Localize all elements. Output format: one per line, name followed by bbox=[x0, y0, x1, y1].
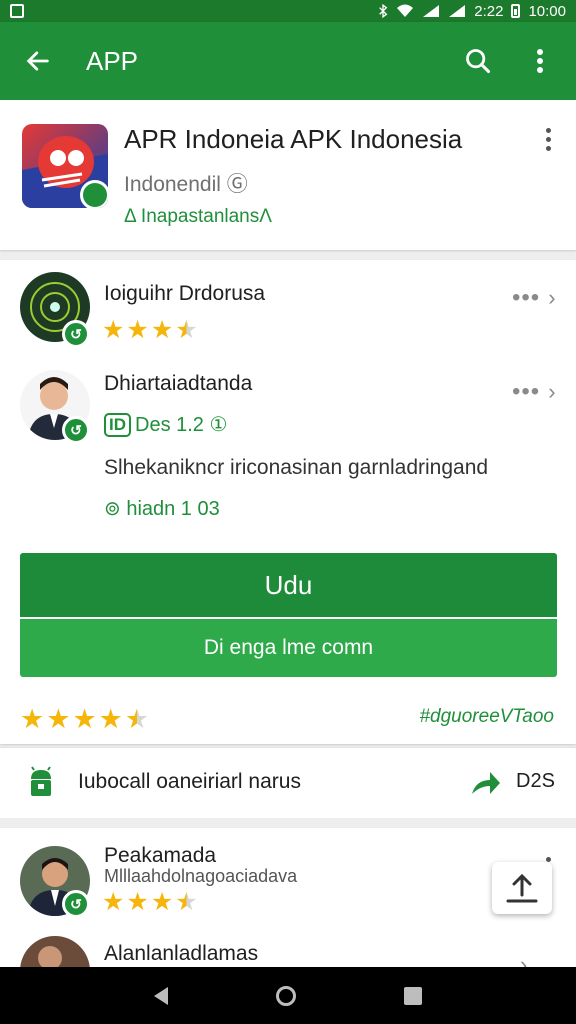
battery-icon bbox=[511, 4, 521, 18]
star-half-icon: ★ bbox=[175, 888, 198, 916]
helpful-count[interactable]: ⊚ hiadn 1 03 bbox=[104, 496, 220, 521]
search-icon bbox=[466, 49, 491, 74]
arrow-left-icon bbox=[26, 51, 49, 71]
star-icon: ★ bbox=[20, 704, 45, 734]
android-icon bbox=[31, 766, 51, 796]
star-icon: ★ bbox=[72, 704, 97, 734]
review-rating: ★ ★ ★ ★ bbox=[102, 318, 198, 343]
bluetooth-icon bbox=[379, 4, 388, 18]
signal-icon-2 bbox=[449, 5, 466, 17]
star-icon: ★ bbox=[102, 888, 125, 916]
install-button-label: Udu bbox=[264, 569, 313, 600]
review-text: Slhekanikncr iriconasinan garnladringand bbox=[104, 456, 489, 479]
review-rating: ★ ★ ★ ★ bbox=[102, 890, 198, 915]
nav-home-icon[interactable] bbox=[276, 985, 296, 1006]
chevron-right-icon: › bbox=[548, 379, 556, 404]
version-badge: ID Des 1.2 ① bbox=[104, 412, 227, 437]
review-more-button[interactable]: ••• › bbox=[512, 378, 556, 406]
info-row-count: D2S bbox=[516, 770, 555, 792]
app-name: APR Indoneia APK Indonesia bbox=[124, 124, 463, 154]
star-half-icon: ★ bbox=[175, 316, 198, 344]
reviewer-name: Ioiguihr Drdorusa bbox=[104, 282, 266, 305]
reviewer-name: Peakamada bbox=[104, 844, 217, 867]
star-icon: ★ bbox=[46, 704, 71, 734]
signal-icon bbox=[423, 5, 440, 17]
chevron-right-icon: › bbox=[548, 285, 556, 310]
install-button[interactable]: Udu bbox=[20, 553, 557, 617]
secondary-action-button[interactable]: Di enga lme comn bbox=[20, 619, 557, 677]
star-icon: ★ bbox=[126, 888, 149, 916]
status-bar: 2:22 10:00 bbox=[0, 0, 576, 22]
wifi-icon bbox=[397, 4, 414, 17]
upload-button[interactable] bbox=[492, 862, 552, 914]
reviewer-subtitle: Mlllaahdolnagoaciadava bbox=[104, 866, 298, 886]
review-more-button[interactable]: ••• › bbox=[512, 284, 556, 312]
developer-name[interactable]: Indonendil Ⓖ bbox=[124, 168, 248, 198]
star-half-icon: ★ bbox=[124, 704, 150, 734]
version-box: ID bbox=[104, 412, 131, 437]
page-title: APP bbox=[86, 45, 139, 76]
reviewer-name: Dhiartaiadtanda bbox=[104, 372, 253, 395]
overall-rating: ★ ★ ★ ★ ★ bbox=[20, 704, 149, 735]
avatar-badge-icon: ↺ bbox=[62, 890, 90, 918]
share-arrow-icon[interactable] bbox=[470, 768, 502, 798]
avatar-badge-icon: ↺ bbox=[62, 320, 90, 348]
battery-text: 2:22 bbox=[474, 2, 504, 20]
system-nav-bar bbox=[0, 967, 576, 1024]
overflow-menu-button[interactable] bbox=[524, 45, 556, 77]
star-icon: ★ bbox=[150, 316, 174, 344]
upload-icon bbox=[506, 873, 538, 903]
star-icon: ★ bbox=[150, 888, 174, 916]
rating-tag-link[interactable]: #dguoreeVTaoo bbox=[419, 706, 554, 728]
secondary-button-label: Di enga lme comn bbox=[203, 636, 374, 659]
more-vert-icon bbox=[537, 49, 543, 73]
star-icon: ★ bbox=[126, 316, 149, 344]
info-row[interactable]: Iubocall oaneiriarl narus D2S bbox=[0, 748, 576, 818]
install-count: Δ InapastanlansΛ bbox=[124, 206, 272, 227]
star-icon: ★ bbox=[98, 704, 123, 734]
version-text: Des 1.2 ① bbox=[135, 414, 228, 436]
search-button[interactable] bbox=[462, 45, 494, 77]
notification-icon bbox=[10, 4, 24, 18]
app-bar: APP bbox=[0, 22, 576, 100]
avatar-badge-icon: ↺ bbox=[62, 416, 90, 444]
nav-recents-icon[interactable] bbox=[404, 986, 422, 1005]
app-icon[interactable] bbox=[22, 124, 108, 208]
nav-back-icon[interactable] bbox=[154, 986, 168, 1005]
app-badge-icon bbox=[80, 180, 108, 208]
star-icon: ★ bbox=[102, 316, 125, 344]
app-header-more-button[interactable] bbox=[536, 124, 560, 154]
reviewer-name: Alanlanladlamas bbox=[104, 942, 259, 965]
status-time: 10:00 bbox=[528, 2, 566, 20]
app-header-card: APR Indoneia APK Indonesia Indonendil Ⓖ … bbox=[0, 100, 576, 250]
info-row-label: Iubocall oaneiriarl narus bbox=[78, 770, 301, 793]
back-button[interactable] bbox=[18, 41, 58, 81]
